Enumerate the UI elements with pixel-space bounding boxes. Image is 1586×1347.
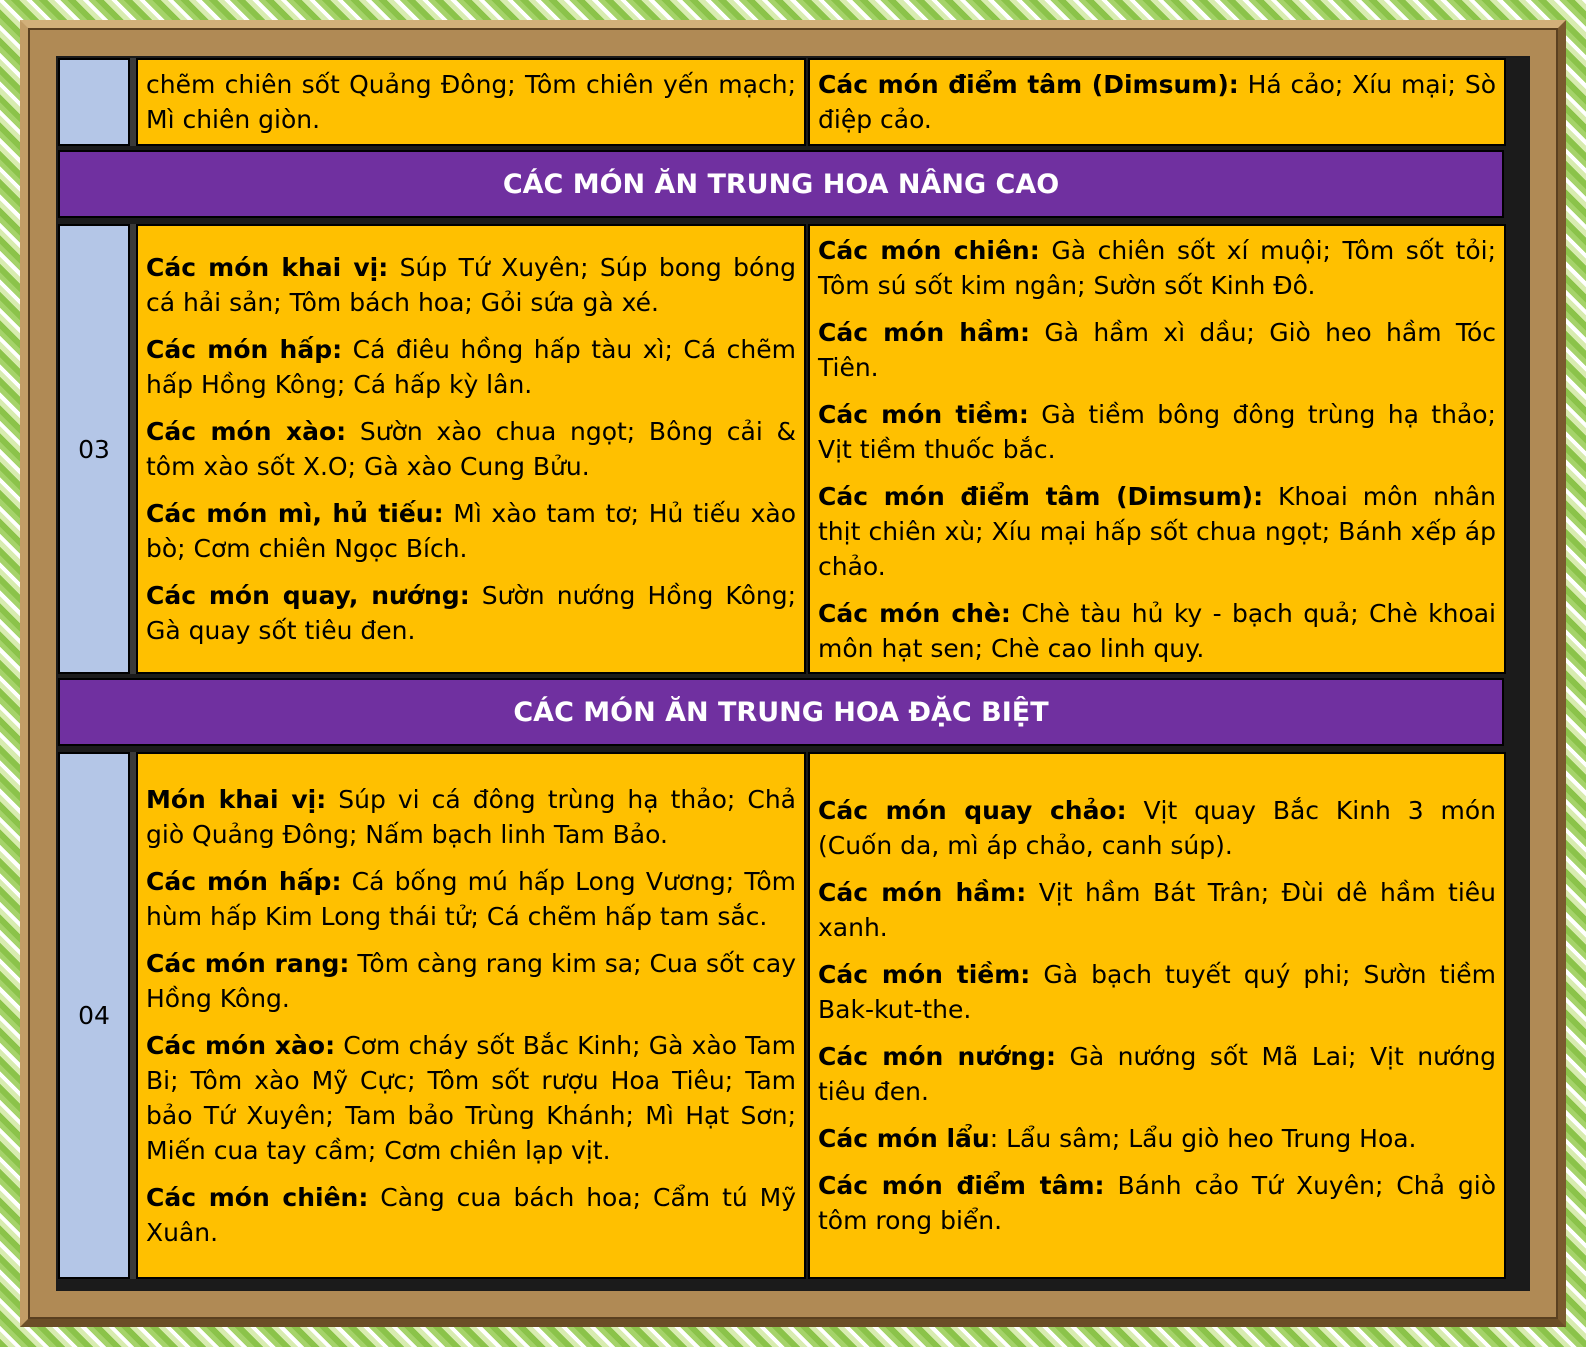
category-label: Các món xào: bbox=[146, 417, 347, 446]
category-label: Các món mì, hủ tiếu: bbox=[146, 499, 444, 528]
dish-category: Các món điểm tâm (Dimsum): Há cảo; Xíu m… bbox=[818, 67, 1496, 137]
category-label: Các món lẩu bbox=[818, 1124, 990, 1153]
dish-text: chẽm chiên sốt Quảng Đông; Tôm chiên yến… bbox=[146, 70, 796, 134]
category-label: Các món hầm: bbox=[818, 317, 1031, 347]
dish-category: Các món điểm tâm: Bánh cảo Tứ Xuyên; Chả… bbox=[818, 1168, 1496, 1238]
category-label: Các món tiềm: bbox=[818, 960, 1031, 989]
dish-category: Các món chè: Chè tàu hủ ky - bạch quả; C… bbox=[818, 596, 1496, 666]
category-label: Các món khai vị: bbox=[146, 253, 389, 282]
dish-category: Các món quay, nướng: Sườn nướng Hồng Kôn… bbox=[146, 578, 796, 648]
category-label: Các món chiên: bbox=[146, 1182, 369, 1212]
dish-category: Các món hấp: Cá bống mú hấp Long Vương; … bbox=[146, 864, 796, 934]
category-label: Các món hấp: bbox=[146, 866, 342, 896]
category-label: Các món quay, nướng: bbox=[146, 581, 470, 610]
category-label: Các món chè: bbox=[818, 598, 1011, 628]
dish-category: Món khai vị: Súp vi cá đông trùng hạ thả… bbox=[146, 782, 796, 852]
dish-category: Các món điểm tâm (Dimsum): Khoai môn nhâ… bbox=[818, 479, 1496, 584]
category-label: Các món điểm tâm (Dimsum): bbox=[818, 481, 1264, 511]
menu-cell-left: Các món khai vị: Súp Tứ Xuyên; Súp bong … bbox=[136, 224, 806, 674]
dish-category: Các món mì, hủ tiếu: Mì xào tam tơ; Hủ t… bbox=[146, 496, 796, 566]
category-label: Các món điểm tâm (Dimsum): bbox=[818, 70, 1239, 99]
dish-category: Các món xào: Cơm cháy sốt Bắc Kinh; Gà x… bbox=[146, 1028, 796, 1168]
dish-category: Các món khai vị: Súp Tứ Xuyên; Súp bong … bbox=[146, 250, 796, 320]
row-number-03: 03 bbox=[58, 224, 130, 674]
category-label: Các món tiềm: bbox=[818, 399, 1029, 429]
dish-category: Các món hầm: Vịt hầm Bát Trân; Đùi dê hầ… bbox=[818, 875, 1496, 945]
dish-category: Các món xào: Sườn xào chua ngọt; Bông cả… bbox=[146, 414, 796, 484]
category-label: Các món chiên: bbox=[818, 235, 1040, 265]
dish-category: Các món rang: Tôm càng rang kim sa; Cua … bbox=[146, 946, 796, 1016]
category-label: Các món quay chảo: bbox=[818, 796, 1127, 825]
menu-cell-right: Các món chiên: Gà chiên sốt xí muội; Tôm… bbox=[808, 224, 1506, 674]
category-label: Các món rang: bbox=[146, 948, 350, 978]
category-label: Các món xào: bbox=[146, 1030, 336, 1060]
row-number-cell bbox=[58, 58, 130, 146]
dish-category: Các món hầm: Gà hầm xì dầu; Giò heo hầm … bbox=[818, 315, 1496, 385]
dish-category: Các món hấp: Cá điêu hồng hấp tàu xì; Cá… bbox=[146, 332, 796, 402]
menu-cell-left: chẽm chiên sốt Quảng Đông; Tôm chiên yến… bbox=[136, 58, 806, 146]
menu-cell-right: Các món điểm tâm (Dimsum): Há cảo; Xíu m… bbox=[808, 58, 1506, 146]
table-row-04: 04 Món khai vị: Súp vi cá đông trùng hạ … bbox=[56, 750, 1530, 1281]
dish-category: Các món tiềm: Gà bạch tuyết quý phi; Sườ… bbox=[818, 957, 1496, 1027]
dish-category: Các món chiên: Gà chiên sốt xí muội; Tôm… bbox=[818, 233, 1496, 303]
row-number-04: 04 bbox=[58, 752, 130, 1279]
category-label: Các món điểm tâm: bbox=[818, 1171, 1105, 1200]
dish-category: Các món chiên: Càng cua bách hoa; Cẩm tú… bbox=[146, 1180, 796, 1250]
category-label: Các món nướng: bbox=[818, 1042, 1057, 1071]
table-row-top: chẽm chiên sốt Quảng Đông; Tôm chiên yến… bbox=[56, 56, 1530, 148]
menu-cell-right: Các món quay chảo: Vịt quay Bắc Kinh 3 m… bbox=[808, 752, 1506, 1279]
menu-table: chẽm chiên sốt Quảng Đông; Tôm chiên yến… bbox=[56, 56, 1530, 1291]
table-row-03: 03 Các món khai vị: Súp Tứ Xuyên; Súp bo… bbox=[56, 222, 1530, 676]
category-label: Các món hầm: bbox=[818, 878, 1027, 907]
category-label: Món khai vị: bbox=[146, 784, 327, 814]
category-items: : Lẩu sâm; Lẩu giò heo Trung Hoa. bbox=[989, 1124, 1417, 1153]
menu-cell-left: Món khai vị: Súp vi cá đông trùng hạ thả… bbox=[136, 752, 806, 1279]
dish-category: Các món quay chảo: Vịt quay Bắc Kinh 3 m… bbox=[818, 793, 1496, 863]
dish-category: Các món lẩu: Lẩu sâm; Lẩu giò heo Trung … bbox=[818, 1121, 1496, 1156]
section-banner-special: CÁC MÓN ĂN TRUNG HOA ĐẶC BIỆT bbox=[58, 678, 1504, 746]
dish-category: Các món tiềm: Gà tiềm bông đông trùng hạ… bbox=[818, 397, 1496, 467]
section-banner-advanced: CÁC MÓN ĂN TRUNG HOA NÂNG CAO bbox=[58, 150, 1504, 218]
dish-category: Các món nướng: Gà nướng sốt Mã Lai; Vịt … bbox=[818, 1039, 1496, 1109]
category-label: Các món hấp: bbox=[146, 335, 343, 364]
